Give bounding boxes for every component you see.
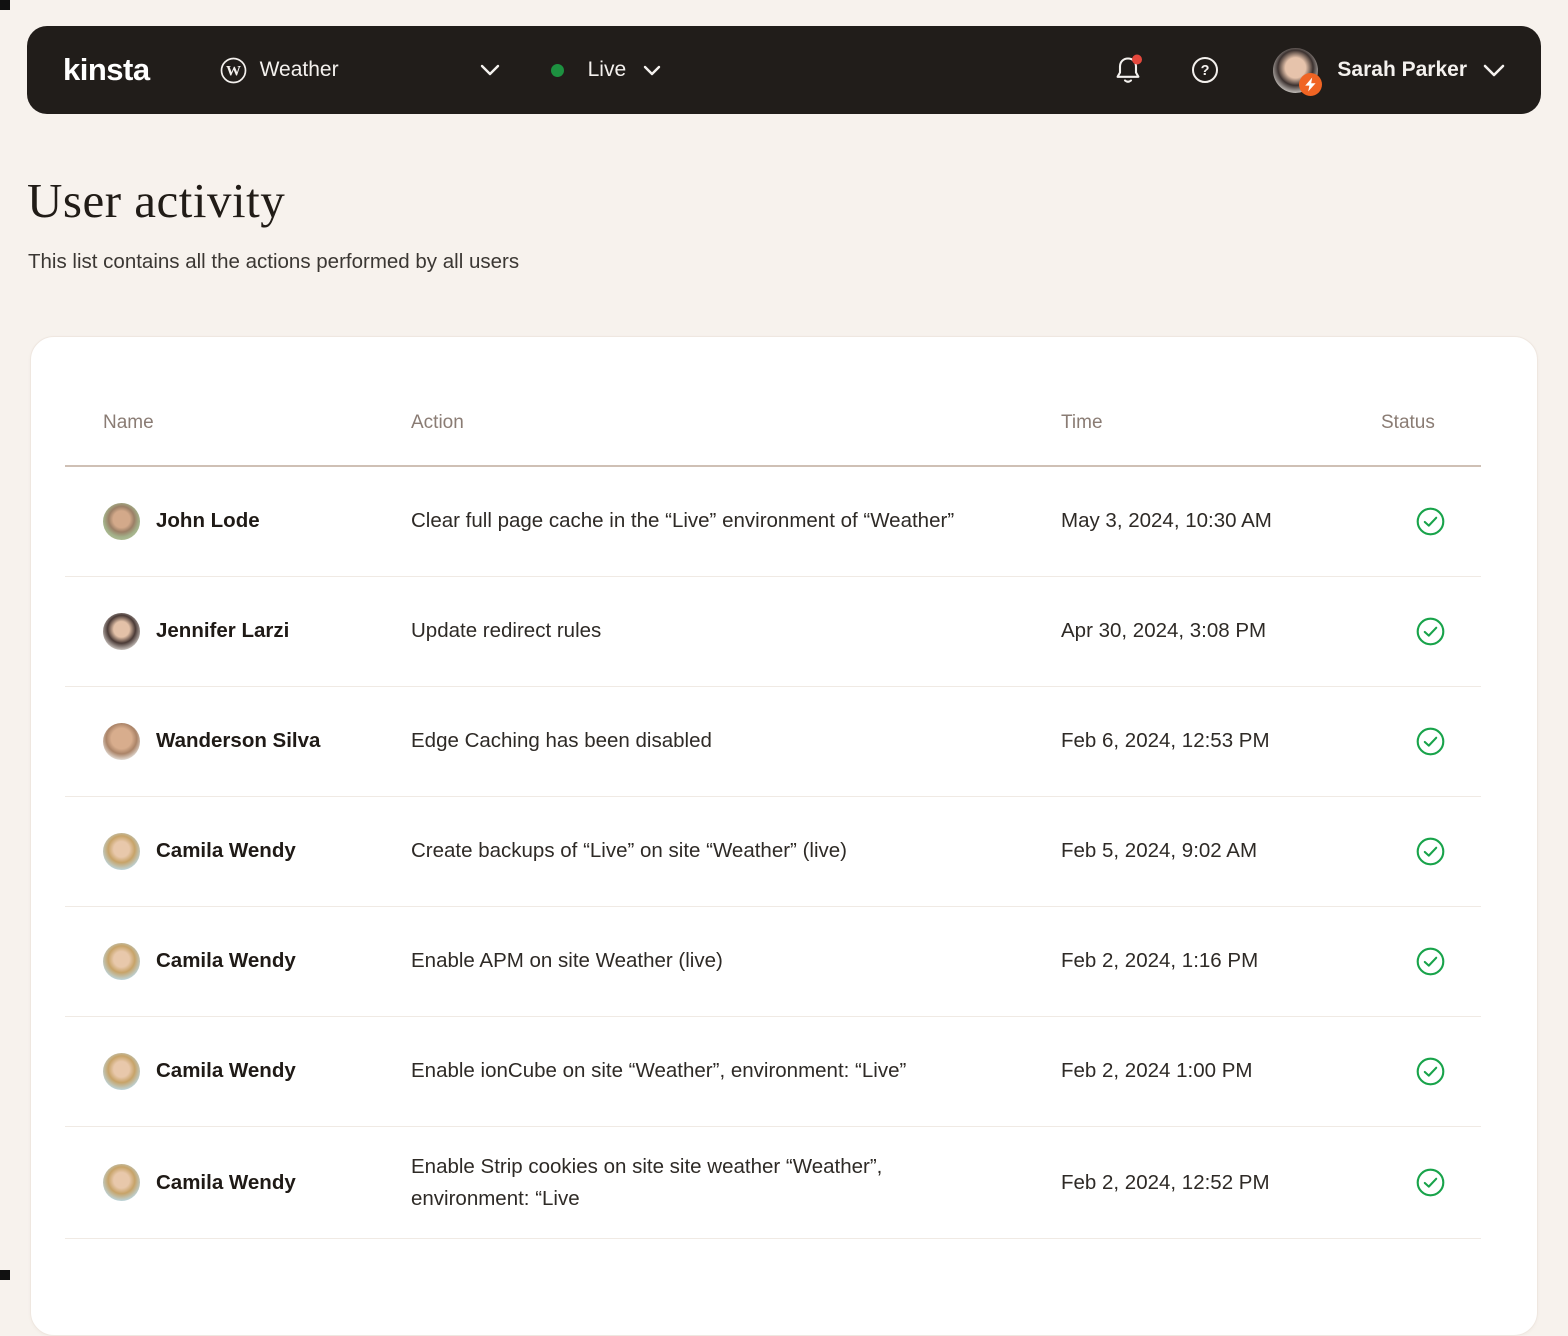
notifications-button[interactable] xyxy=(1113,54,1143,86)
environment-selector-dropdown[interactable]: Live xyxy=(551,58,662,82)
screen-corner-artifact xyxy=(0,0,10,10)
column-header-name: Name xyxy=(103,412,411,434)
page-subtitle: This list contains all the actions perfo… xyxy=(28,250,1541,274)
success-check-icon xyxy=(1416,1057,1445,1086)
table-body: John Lode Clear full page cache in the “… xyxy=(65,467,1481,1240)
time-text: Feb 2, 2024, 12:52 PM xyxy=(1061,1171,1270,1194)
screen-corner-artifact xyxy=(0,1270,10,1280)
time-text: Feb 2, 2024 1:00 PM xyxy=(1061,1059,1252,1082)
user-name: Sarah Parker xyxy=(1337,58,1467,82)
table-header-row: Name Action Time Status xyxy=(65,337,1481,434)
success-check-icon xyxy=(1416,837,1445,866)
action-text: Enable APM on site Weather (live) xyxy=(411,949,723,972)
svg-text:W: W xyxy=(226,63,241,79)
time-text: Apr 30, 2024, 3:08 PM xyxy=(1061,619,1266,642)
user-menu[interactable]: Sarah Parker xyxy=(1273,48,1505,93)
time-text: Feb 5, 2024, 9:02 AM xyxy=(1061,839,1257,862)
success-check-icon xyxy=(1416,1168,1445,1197)
table-row: Camila Wendy Enable APM on site Weather … xyxy=(65,907,1481,1017)
page-title: User activity xyxy=(27,174,1541,229)
user-name: Camila Wendy xyxy=(156,1059,296,1083)
lightning-badge-icon xyxy=(1299,73,1322,96)
user-name: John Lode xyxy=(156,509,260,533)
environment-label: Live xyxy=(588,58,627,82)
action-text: Enable Strip cookies on site site weathe… xyxy=(411,1155,882,1210)
chevron-down-icon xyxy=(1483,64,1505,77)
table-row: Camila Wendy Create backups of “Live” on… xyxy=(65,797,1481,907)
column-header-action: Action xyxy=(411,412,1061,434)
kinsta-logo[interactable]: kinsta xyxy=(63,52,150,88)
user-avatar xyxy=(103,613,140,650)
column-header-time: Time xyxy=(1061,412,1381,434)
top-navbar: kinsta W Weather Live xyxy=(27,26,1541,114)
time-text: Feb 6, 2024, 12:53 PM xyxy=(1061,729,1270,752)
navbar-right-cluster: ? Sarah Parker xyxy=(1113,48,1505,93)
user-avatar xyxy=(103,1164,140,1201)
user-name: Wanderson Silva xyxy=(156,729,320,753)
table-row: Wanderson Silva Edge Caching has been di… xyxy=(65,687,1481,797)
user-avatar xyxy=(103,1053,140,1090)
user-avatar xyxy=(103,503,140,540)
time-text: May 3, 2024, 10:30 AM xyxy=(1061,509,1272,532)
live-status-dot xyxy=(551,64,564,77)
action-text: Enable ionCube on site “Weather”, enviro… xyxy=(411,1059,906,1082)
success-check-icon xyxy=(1416,947,1445,976)
bell-icon xyxy=(1113,54,1143,86)
svg-text:?: ? xyxy=(1201,63,1210,79)
help-button[interactable]: ? xyxy=(1191,56,1219,84)
table-row: Jennifer Larzi Update redirect rules Apr… xyxy=(65,577,1481,687)
question-circle-icon: ? xyxy=(1191,56,1219,84)
chevron-down-icon xyxy=(643,65,661,76)
success-check-icon xyxy=(1416,727,1445,756)
main-content: User activity This list contains all the… xyxy=(0,0,1568,1336)
user-activity-card: Name Action Time Status John Lode Clear … xyxy=(30,336,1538,1336)
activity-table: Name Action Time Status John Lode Clear … xyxy=(65,337,1481,1240)
wordpress-icon: W xyxy=(220,57,247,84)
user-name: Camila Wendy xyxy=(156,949,296,973)
table-row: John Lode Clear full page cache in the “… xyxy=(65,467,1481,577)
table-row: Camila Wendy Enable ionCube on site “Wea… xyxy=(65,1017,1481,1127)
site-selector-label: Weather xyxy=(260,58,339,82)
chevron-down-icon xyxy=(480,64,500,76)
site-selector-dropdown[interactable]: W Weather xyxy=(220,57,500,84)
success-check-icon xyxy=(1416,617,1445,646)
user-name: Camila Wendy xyxy=(156,839,296,863)
action-text: Edge Caching has been disabled xyxy=(411,729,712,752)
time-text: Feb 2, 2024, 1:16 PM xyxy=(1061,949,1258,972)
success-check-icon xyxy=(1416,507,1445,536)
action-text: Create backups of “Live” on site “Weathe… xyxy=(411,839,847,862)
action-text: Update redirect rules xyxy=(411,619,601,642)
user-avatar xyxy=(1273,48,1318,93)
user-avatar xyxy=(103,833,140,870)
user-name: Jennifer Larzi xyxy=(156,619,289,643)
table-row: Camila Wendy Enable Strip cookies on sit… xyxy=(65,1127,1481,1240)
action-text: Clear full page cache in the “Live” envi… xyxy=(411,509,954,532)
user-avatar xyxy=(103,943,140,980)
notification-badge xyxy=(1132,55,1142,65)
column-header-status: Status xyxy=(1381,412,1483,434)
user-avatar xyxy=(103,723,140,760)
user-name: Camila Wendy xyxy=(156,1171,296,1195)
